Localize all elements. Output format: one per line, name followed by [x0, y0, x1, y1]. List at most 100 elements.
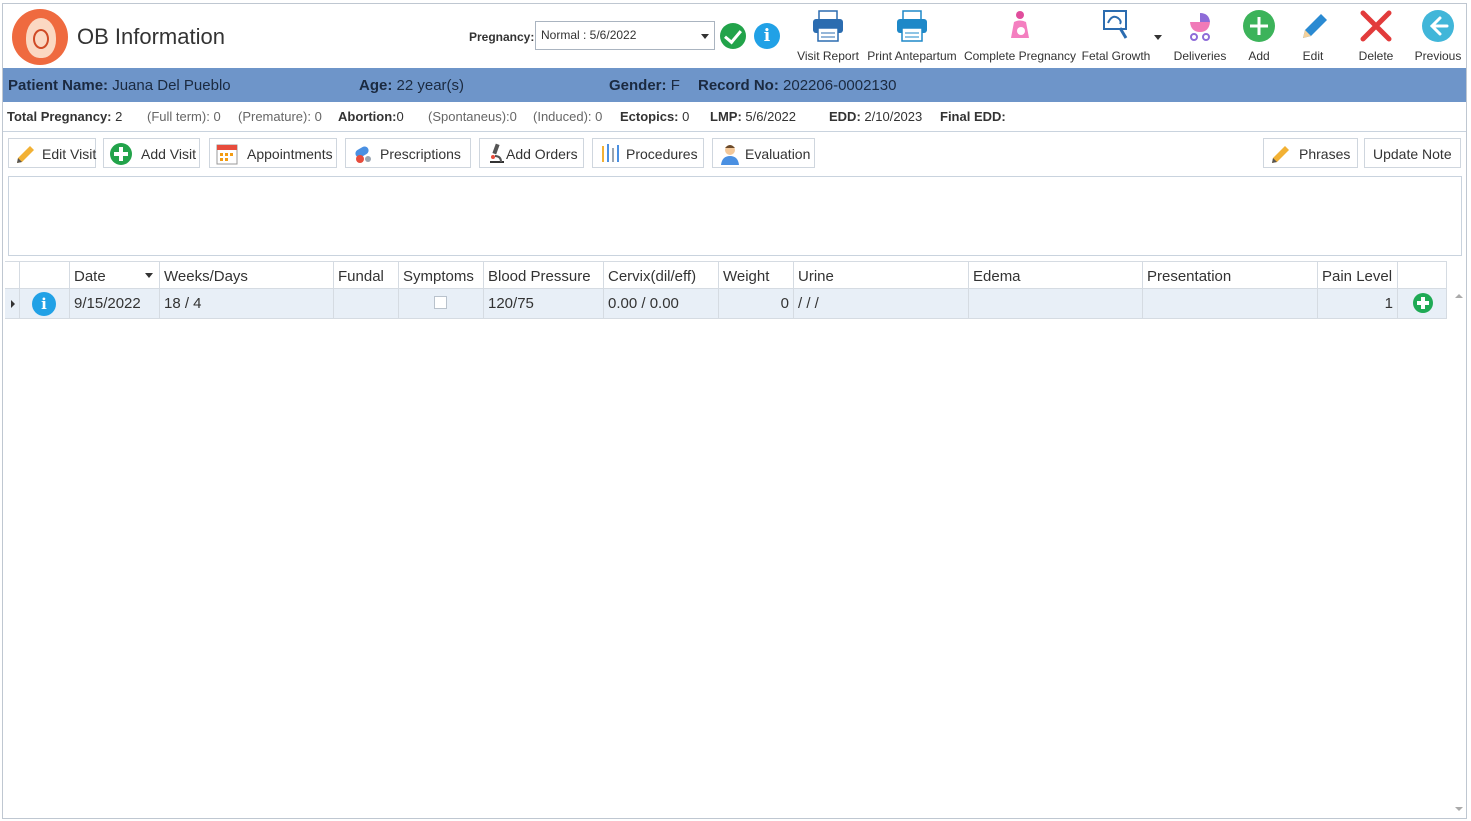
appointments-button[interactable]: Appointments [209, 138, 337, 168]
surgical-tools-icon [602, 144, 619, 162]
check-icon[interactable] [720, 23, 746, 49]
evaluation-button[interactable]: Evaluation [712, 138, 815, 168]
sort-down-icon [145, 273, 153, 278]
column-header-symptoms[interactable]: Symptoms [399, 262, 484, 289]
edit-button[interactable]: Edit [1293, 4, 1333, 68]
page-title: OB Information [77, 24, 225, 49]
update-note-button[interactable]: Update Note [1364, 138, 1461, 168]
add-row-icon[interactable] [1413, 293, 1433, 313]
prescriptions-button[interactable]: Prescriptions [345, 138, 471, 168]
lmp-date: LMP: 5/6/2022 [710, 109, 797, 124]
add-orders-button[interactable]: Add Orders [479, 138, 584, 168]
patient-gender: Gender: F [609, 77, 680, 94]
cell-date: 9/15/2022 [70, 289, 160, 318]
doctor-icon [721, 145, 739, 165]
pregnancy-select[interactable]: Normal : 5/6/2022 [535, 21, 715, 50]
previous-button[interactable]: Previous [1411, 4, 1465, 68]
phrases-label: Phrases [1299, 146, 1351, 162]
grid-header-indicator [5, 262, 20, 289]
visits-grid: Date Weeks/Days Fundal Symptoms Blood Pr… [5, 261, 1466, 816]
ectopics-count: Ectopics: 0 [620, 109, 690, 124]
pregnancy-summary: Total Pregnancy: 2 (Full term): 0 (Prema… [3, 102, 1466, 132]
pills-icon [355, 146, 371, 163]
edit-label: Edit [1302, 49, 1324, 63]
column-header-pain-level[interactable]: Pain Level [1318, 262, 1398, 289]
visit-report-button[interactable]: Visit Report [795, 4, 861, 68]
column-header-fundal[interactable]: Fundal [334, 262, 399, 289]
prescriptions-label: Prescriptions [380, 146, 461, 162]
calendar-icon [216, 144, 238, 165]
row-expand[interactable] [5, 289, 20, 318]
pregnant-woman-icon [1011, 11, 1029, 38]
column-header-date[interactable]: Date [70, 262, 160, 289]
premature-count: (Premature): 0 [238, 109, 322, 124]
chevron-down-icon [701, 34, 709, 39]
previous-label: Previous [1414, 49, 1462, 63]
abortion-count: Abortion:0 [338, 109, 404, 124]
cell-blood-pressure: 120/75 [484, 289, 604, 318]
cell-urine: / / / [794, 289, 969, 318]
deliveries-button[interactable]: Deliveries [1169, 4, 1231, 68]
add-visit-button[interactable]: Add Visit [103, 138, 200, 168]
scroll-up-icon[interactable] [1455, 294, 1463, 298]
evaluation-label: Evaluation [745, 146, 811, 162]
total-pregnancy: Total Pregnancy: 2 [7, 109, 123, 124]
visit-report-label: Visit Report [797, 49, 859, 63]
arrow-left-icon [1422, 10, 1454, 42]
edit-visit-button[interactable]: Edit Visit [8, 138, 96, 168]
ultrasound-icon [1103, 10, 1128, 39]
column-header-weeks[interactable]: Weeks/Days [160, 262, 334, 289]
add-visit-label: Add Visit [141, 146, 196, 162]
spontaneus-count: (Spontaneus):0 [428, 109, 517, 124]
vertical-scrollbar[interactable] [1452, 289, 1466, 816]
ob-information-window: OB Information Pregnancy: Normal : 5/6/2… [2, 3, 1467, 819]
column-header-blood-pressure[interactable]: Blood Pressure [484, 262, 604, 289]
cell-fundal [334, 289, 399, 318]
patient-name: Patient Name: Juana Del Pueblo [8, 77, 231, 94]
edit-visit-label: Edit Visit [42, 146, 97, 162]
column-header-presentation[interactable]: Presentation [1143, 262, 1318, 289]
appointments-label: Appointments [247, 146, 333, 162]
column-header-edema[interactable]: Edema [969, 262, 1143, 289]
fullterm-count: (Full term): 0 [147, 109, 221, 124]
add-orders-label: Add Orders [506, 146, 578, 162]
column-header-urine[interactable]: Urine [794, 262, 969, 289]
fetal-growth-dropdown-icon[interactable] [1154, 35, 1162, 40]
column-header-actions [1398, 262, 1447, 289]
symptoms-checkbox[interactable] [434, 296, 447, 309]
final-edd-date: Final EDD: [940, 109, 1006, 124]
printer-icon [897, 10, 927, 42]
info-icon[interactable]: i [32, 292, 56, 316]
add-button[interactable]: Add [1239, 4, 1279, 68]
info-icon[interactable]: i [754, 23, 780, 49]
patient-record: Record No: 202206-0002130 [698, 77, 897, 94]
baby-carriage-icon [1190, 13, 1210, 41]
induced-count: (Induced): 0 [533, 109, 603, 124]
cell-cervix: 0.00 / 0.00 [604, 289, 719, 318]
column-header-weight[interactable]: Weight [719, 262, 794, 289]
column-header-cervix[interactable]: Cervix(dil/eff) [604, 262, 719, 289]
header: OB Information Pregnancy: Normal : 5/6/2… [3, 4, 1466, 68]
close-icon [1360, 10, 1392, 42]
delete-label: Delete [1358, 49, 1394, 63]
delete-button[interactable]: Delete [1352, 4, 1400, 68]
note-textarea[interactable] [8, 176, 1462, 256]
procedures-button[interactable]: Procedures [592, 138, 704, 168]
pregnancy-label: Pregnancy: [469, 30, 535, 44]
fetal-growth-button[interactable]: Fetal Growth [1079, 4, 1153, 68]
pencil-icon [1303, 14, 1327, 38]
cell-row-action [1398, 289, 1447, 318]
deliveries-label: Deliveries [1173, 49, 1227, 63]
fetal-growth-label: Fetal Growth [1081, 49, 1151, 63]
scroll-down-icon[interactable] [1455, 807, 1463, 811]
table-row[interactable]: i 9/15/2022 18 / 4 120/75 0.00 / 0.00 0 … [5, 289, 1447, 319]
printer-icon [813, 10, 843, 42]
plus-icon [1243, 10, 1275, 42]
row-info-cell[interactable]: i [20, 289, 70, 318]
phrases-button[interactable]: Phrases [1263, 138, 1358, 168]
print-antepartum-button[interactable]: Print Antepartum [864, 4, 960, 68]
print-antepartum-label: Print Antepartum [867, 49, 957, 63]
cell-weight: 0 [719, 289, 794, 318]
complete-pregnancy-label: Complete Pregnancy [963, 49, 1077, 63]
complete-pregnancy-button[interactable]: Complete Pregnancy [963, 4, 1077, 68]
